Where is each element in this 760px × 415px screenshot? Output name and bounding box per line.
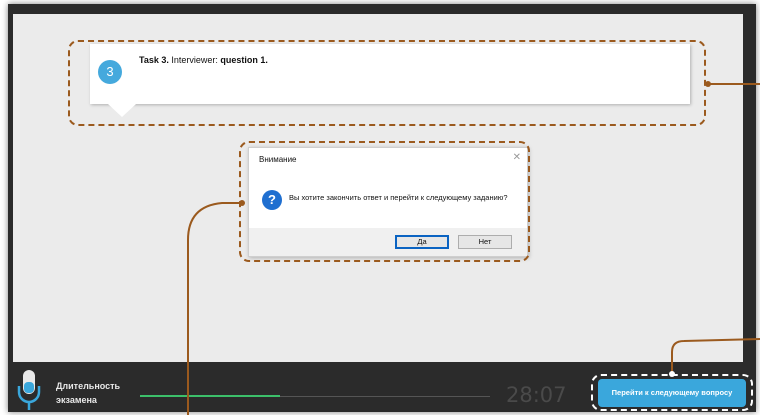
task-callout-frame <box>68 40 706 126</box>
exam-timer: 28:07 <box>506 383 567 407</box>
dialog-callout-frame <box>239 141 530 262</box>
duration-label-line2: экзамена <box>56 395 97 405</box>
duration-label-line1: Длительность <box>56 381 121 391</box>
next-button-callout-frame <box>591 374 753 411</box>
microphone-icon <box>17 370 41 410</box>
progress-fill <box>140 395 280 397</box>
exam-duration-label: Длительность экзамена <box>56 379 120 407</box>
exam-progress-bar <box>140 395 490 397</box>
